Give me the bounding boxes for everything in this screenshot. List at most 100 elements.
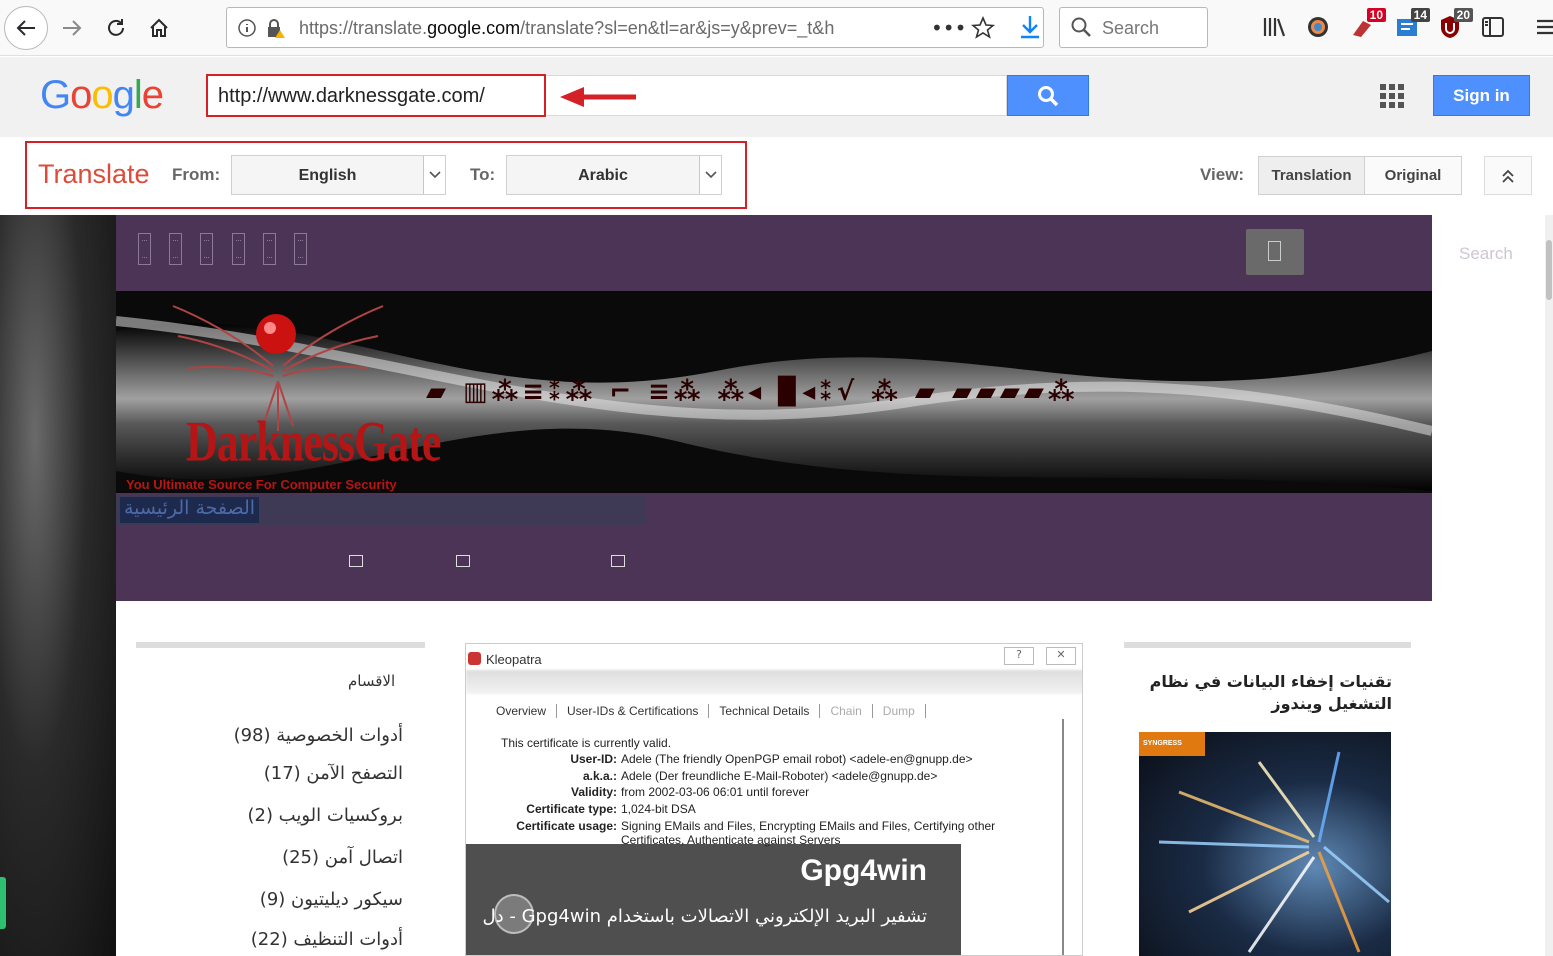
to-label: To: — [470, 165, 496, 184]
translate-title: Translate — [38, 159, 150, 189]
cert-row-value: from 2002-03-06 06:01 until forever — [621, 785, 810, 799]
slider-prev-button[interactable] — [494, 894, 534, 934]
category-link[interactable]: اتصال آمن (25) — [282, 847, 403, 868]
missing-glyph-icon[interactable] — [294, 233, 307, 265]
cert-row-value: Adele (Der freundliche E-Mail-Roboter) <… — [621, 769, 938, 783]
ublock-icon[interactable]: 20 — [1435, 8, 1473, 44]
cert-row: Certificate usage: Signing EMails and Fil… — [501, 819, 995, 833]
google-logo[interactable]: Google — [40, 73, 164, 118]
category-link[interactable]: سيكور ديليتيون (9) — [260, 889, 403, 910]
missing-glyph-icon[interactable] — [456, 555, 470, 567]
sidebar-icon[interactable] — [1478, 10, 1508, 44]
slide-caption[interactable]: Gpg4win تشفير البريد الإلكتروني الاتصالا… — [466, 844, 961, 955]
missing-glyph-icon[interactable] — [138, 233, 151, 265]
cert-row-value: 1,024-bit DSA — [621, 802, 696, 816]
translate-url-input[interactable]: http://www.darknessgate.com/ — [206, 74, 1007, 117]
cert-row: Certificate type: 1,024-bit DSA — [501, 802, 696, 816]
panel-divider — [1062, 719, 1064, 955]
dark-background-texture — [0, 215, 116, 956]
cert-row-value: Signing EMails and Files, Encrypting EMa… — [621, 819, 996, 833]
google-logo-letter: e — [141, 73, 164, 117]
forward-button[interactable] — [50, 6, 94, 50]
chevron-up-icon — [1502, 169, 1514, 183]
view-label: View: — [1200, 165, 1245, 184]
translate-bar: Translate From: English To: Arabic View:… — [0, 137, 1553, 215]
categories-title: الاقسام — [348, 672, 396, 690]
cert-row-key: User-ID: — [570, 752, 617, 766]
site-search-label[interactable]: Search — [1459, 244, 1513, 264]
cert-row: a.k.a.: Adele (Der freundliche E-Mail-Rob… — [501, 769, 937, 783]
download-icon[interactable] — [1015, 10, 1045, 44]
browser-toolbar: https://translate.google.com/translate?s… — [0, 0, 1553, 56]
color-wheel-icon[interactable] — [1303, 10, 1333, 44]
back-button[interactable] — [4, 6, 48, 50]
featured-book-title[interactable]: تقنيات إخفاء البيانات في نظام التشغيل وي… — [1150, 671, 1392, 715]
menu-icon[interactable] — [1530, 10, 1553, 44]
book-cover-image[interactable]: SYNGRESS — [1139, 732, 1391, 956]
category-link[interactable]: أدوات التنظيف (22) — [251, 929, 403, 950]
banner-cipher-text: ▰ ▥⁂≡⁑⁂ ⌐ ≡⁂ ⁂◂ ▉◂⁑√ ⁂ ▰ ▰▰▰▰⁂ — [426, 377, 1079, 407]
chevron-down-icon — [423, 156, 445, 194]
translate-url-value: http://www.darknessgate.com/ — [218, 85, 485, 107]
lock-warning-icon[interactable] — [265, 18, 287, 44]
star-icon[interactable] — [970, 15, 996, 44]
view-translation-button[interactable]: Translation — [1258, 156, 1365, 195]
category-link[interactable]: أدوات الخصوصية (98) — [234, 725, 403, 746]
cert-row-key: Validity: — [570, 785, 617, 799]
tab-technical-details: Technical Details — [719, 704, 821, 718]
chevron-down-icon — [699, 156, 721, 194]
collapse-button[interactable] — [1484, 156, 1532, 195]
missing-glyph-icon[interactable] — [169, 233, 182, 265]
featured-slider[interactable]: Kleopatra ? ✕ Overview User-IDs & Certif… — [465, 643, 1083, 956]
category-link[interactable]: بروكسيات الويب (2) — [247, 805, 403, 826]
extension-icon-1[interactable]: 10 — [1348, 8, 1386, 44]
cert-row: Validity: from 2002-03-06 06:01 until for… — [501, 785, 809, 799]
extension-icon-2[interactable]: 14 — [1392, 8, 1430, 44]
site-search-button[interactable] — [1246, 229, 1304, 275]
close-icon: ✕ — [1046, 647, 1076, 665]
browser-search-box[interactable]: Search — [1059, 7, 1208, 48]
library-icon[interactable] — [1260, 10, 1290, 44]
slider-next-button[interactable] — [1016, 894, 1056, 934]
featured-book-title-line: تقنيات إخفاء البيانات في نظام — [1149, 672, 1392, 691]
missing-glyph-icon[interactable] — [611, 555, 625, 567]
sign-in-button[interactable]: Sign in — [1433, 75, 1530, 116]
view-original-button[interactable]: Original — [1364, 156, 1462, 195]
site-banner: DarknessGate You Ultimate Source For Com… — [116, 291, 1432, 493]
reload-icon — [108, 19, 124, 36]
apps-grid-icon[interactable] — [1380, 84, 1404, 108]
missing-glyph-icon[interactable] — [349, 555, 363, 567]
kleopatra-tabs: Overview User-IDs & Certifications Techn… — [496, 704, 926, 718]
missing-glyph-icon[interactable] — [200, 233, 213, 265]
feedback-tab[interactable] — [0, 877, 6, 929]
missing-glyph-icon[interactable] — [232, 233, 245, 265]
slide-title: Gpg4win — [800, 854, 927, 887]
site-topbar: Search — [116, 215, 1513, 291]
address-bar[interactable]: https://translate.google.com/translate?s… — [226, 7, 1044, 48]
reload-button[interactable] — [94, 6, 138, 50]
certificate-valid-message: This certificate is currently valid. — [501, 736, 672, 750]
cert-row-key: Certificate usage: — [516, 819, 617, 833]
search-icon — [1070, 16, 1092, 42]
category-link[interactable]: التصفح الآمن (17) — [264, 763, 403, 784]
blurred-menu-strip — [466, 670, 1082, 694]
slide-description: تشفير البريد الإلكتروني الاتصالات باستخد… — [482, 906, 927, 927]
info-icon[interactable] — [237, 18, 257, 42]
page-actions-icon[interactable]: ••• — [931, 16, 966, 40]
column-divider — [1124, 642, 1411, 648]
google-logo-letter: G — [40, 73, 71, 117]
from-language-select[interactable]: English — [231, 155, 446, 195]
page-scrollbar[interactable] — [1545, 215, 1553, 956]
from-label: From: — [172, 165, 221, 184]
search-icon — [1038, 85, 1059, 106]
google-search-button[interactable] — [1007, 75, 1089, 116]
google-logo-letter: g — [112, 73, 135, 117]
google-logo-letter: o — [91, 73, 113, 117]
kleopatra-app-icon — [468, 652, 481, 665]
arrow-left-icon — [16, 20, 35, 36]
missing-glyph-icon[interactable] — [263, 233, 276, 265]
to-language-select[interactable]: Arabic — [506, 155, 722, 195]
nav-home-link[interactable]: الصفحة الرئيسية — [120, 497, 260, 523]
google-header: Google http://www.darknessgate.com/ Sign… — [0, 57, 1553, 137]
home-button[interactable] — [137, 6, 181, 50]
